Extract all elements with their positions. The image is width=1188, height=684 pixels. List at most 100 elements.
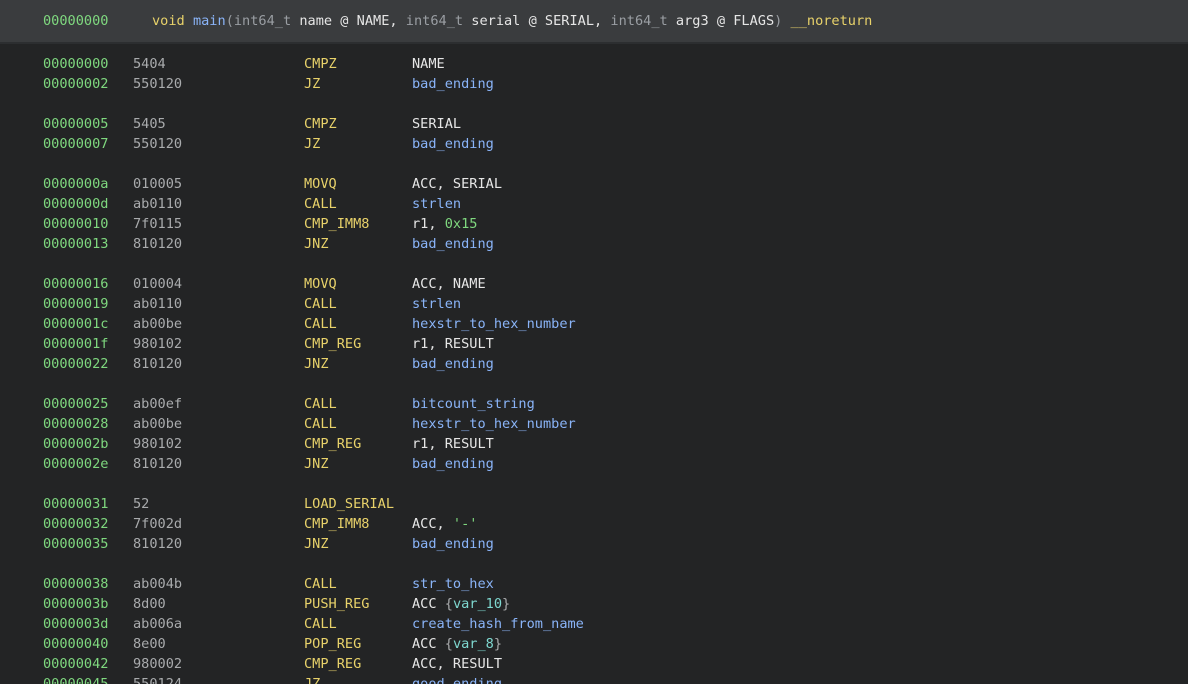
instruction-address[interactable]: 00000032: [43, 514, 108, 534]
instruction-address[interactable]: 00000025: [43, 394, 108, 414]
instruction-address[interactable]: 00000040: [43, 634, 108, 654]
instruction-row[interactable]: 0000002e 810120 JNZ bad_ending: [0, 454, 1188, 474]
instruction-row[interactable]: 00000022 810120 JNZ bad_ending: [0, 354, 1188, 374]
instruction-address[interactable]: 00000045: [43, 674, 108, 684]
instruction-address[interactable]: 0000001f: [43, 334, 108, 354]
instruction-address[interactable]: 00000028: [43, 414, 108, 434]
instruction-mnemonic[interactable]: CMPZ: [304, 114, 337, 134]
instruction-mnemonic[interactable]: JNZ: [304, 534, 329, 554]
instruction-address[interactable]: 00000000: [43, 54, 108, 74]
instruction-mnemonic[interactable]: MOVQ: [304, 174, 337, 194]
instruction-address[interactable]: 0000003d: [43, 614, 108, 634]
function-header[interactable]: 00000000 void main(int64_t name @ NAME, …: [0, 0, 1188, 44]
instruction-address[interactable]: 0000000a: [43, 174, 108, 194]
symbol-reference[interactable]: bad_ending: [412, 456, 494, 472]
instruction-address[interactable]: 00000038: [43, 574, 108, 594]
instruction-row[interactable]: 00000032 7f002d CMP_IMM8 ACC, '-': [0, 514, 1188, 534]
instruction-address[interactable]: 00000005: [43, 114, 108, 134]
instruction-mnemonic[interactable]: LOAD_SERIAL: [304, 494, 394, 514]
symbol-reference[interactable]: bad_ending: [412, 236, 494, 252]
symbol-reference[interactable]: str_to_hex: [412, 576, 494, 592]
instruction-row[interactable]: 0000000a 010005 MOVQ ACC, SERIAL: [0, 174, 1188, 194]
symbol-reference[interactable]: hexstr_to_hex_number: [412, 416, 576, 432]
instruction-mnemonic[interactable]: CMP_REG: [304, 334, 361, 354]
instruction-mnemonic[interactable]: CMP_IMM8: [304, 214, 369, 234]
instruction-mnemonic[interactable]: JNZ: [304, 454, 329, 474]
instruction-row[interactable]: 00000042 980002 CMP_REG ACC, RESULT: [0, 654, 1188, 674]
instruction-address[interactable]: 00000002: [43, 74, 108, 94]
instruction-address[interactable]: 0000000d: [43, 194, 108, 214]
instruction-row[interactable]: 00000013 810120 JNZ bad_ending: [0, 234, 1188, 254]
symbol-reference[interactable]: create_hash_from_name: [412, 616, 584, 632]
instruction-row[interactable]: 00000010 7f0115 CMP_IMM8 r1, 0x15: [0, 214, 1188, 234]
instruction-address[interactable]: 00000035: [43, 534, 108, 554]
symbol-reference[interactable]: bitcount_string: [412, 396, 535, 412]
function-signature[interactable]: void main(int64_t name @ NAME, int64_t s…: [152, 13, 872, 29]
instruction-address[interactable]: 0000001c: [43, 314, 108, 334]
instruction-mnemonic[interactable]: CMP_IMM8: [304, 514, 369, 534]
instruction-row[interactable]: 00000007 550120 JZ bad_ending: [0, 134, 1188, 154]
instruction-address[interactable]: 00000013: [43, 234, 108, 254]
instruction-address[interactable]: 00000022: [43, 354, 108, 374]
instruction-mnemonic[interactable]: JZ: [304, 674, 320, 684]
instruction-mnemonic[interactable]: CALL: [304, 414, 337, 434]
instruction-mnemonic[interactable]: POP_REG: [304, 634, 361, 654]
symbol-reference[interactable]: bad_ending: [412, 76, 494, 92]
param-name[interactable]: serial: [471, 13, 520, 29]
instruction-address[interactable]: 00000019: [43, 294, 108, 314]
instruction-row[interactable]: 00000025 ab00ef CALL bitcount_string: [0, 394, 1188, 414]
stack-variable[interactable]: var_10: [453, 596, 502, 612]
instruction-mnemonic[interactable]: JZ: [304, 74, 320, 94]
instruction-mnemonic[interactable]: CALL: [304, 194, 337, 214]
instruction-row[interactable]: 00000035 810120 JNZ bad_ending: [0, 534, 1188, 554]
instruction-row[interactable]: 00000016 010004 MOVQ ACC, NAME: [0, 274, 1188, 294]
instruction-address[interactable]: 00000042: [43, 654, 108, 674]
instruction-row[interactable]: 00000019 ab0110 CALL strlen: [0, 294, 1188, 314]
symbol-reference[interactable]: strlen: [412, 296, 461, 312]
instruction-row[interactable]: 0000002b 980102 CMP_REG r1, RESULT: [0, 434, 1188, 454]
instruction-mnemonic[interactable]: CMP_REG: [304, 434, 361, 454]
instruction-row[interactable]: 00000045 550124 JZ good_ending: [0, 674, 1188, 684]
instruction-row[interactable]: 00000040 8e00 POP_REG ACC {var_8}: [0, 634, 1188, 654]
instruction-row[interactable]: 00000028 ab00be CALL hexstr_to_hex_number: [0, 414, 1188, 434]
instruction-mnemonic[interactable]: JZ: [304, 134, 320, 154]
param-name[interactable]: name: [299, 13, 332, 29]
symbol-reference[interactable]: strlen: [412, 196, 461, 212]
instruction-address[interactable]: 00000016: [43, 274, 108, 294]
instruction-mnemonic[interactable]: JNZ: [304, 354, 329, 374]
symbol-reference[interactable]: good_ending: [412, 676, 502, 684]
param-name[interactable]: arg3: [676, 13, 709, 29]
function-name[interactable]: main: [193, 13, 226, 29]
instruction-address[interactable]: 0000002e: [43, 454, 108, 474]
instruction-row[interactable]: 0000001c ab00be CALL hexstr_to_hex_number: [0, 314, 1188, 334]
symbol-reference[interactable]: hexstr_to_hex_number: [412, 316, 576, 332]
instruction-row[interactable]: 0000003d ab006a CALL create_hash_from_name: [0, 614, 1188, 634]
instruction-row[interactable]: 0000003b 8d00 PUSH_REG ACC {var_10}: [0, 594, 1188, 614]
instruction-mnemonic[interactable]: MOVQ: [304, 274, 337, 294]
function-address[interactable]: 00000000: [43, 13, 108, 29]
instruction-mnemonic[interactable]: CALL: [304, 294, 337, 314]
instruction-address[interactable]: 00000031: [43, 494, 108, 514]
symbol-reference[interactable]: bad_ending: [412, 136, 494, 152]
instruction-mnemonic[interactable]: PUSH_REG: [304, 594, 369, 614]
instruction-row[interactable]: 00000005 5405 CMPZ SERIAL: [0, 114, 1188, 134]
instruction-address[interactable]: 0000002b: [43, 434, 108, 454]
instruction-row[interactable]: 00000000 5404 CMPZ NAME: [0, 54, 1188, 74]
stack-variable[interactable]: var_8: [453, 636, 494, 652]
instruction-mnemonic[interactable]: CMPZ: [304, 54, 337, 74]
instruction-mnemonic[interactable]: CALL: [304, 574, 337, 594]
instruction-row[interactable]: 00000038 ab004b CALL str_to_hex: [0, 574, 1188, 594]
instruction-mnemonic[interactable]: CALL: [304, 614, 337, 634]
instruction-row[interactable]: 00000002 550120 JZ bad_ending: [0, 74, 1188, 94]
instruction-address[interactable]: 00000010: [43, 214, 108, 234]
instruction-row[interactable]: 0000001f 980102 CMP_REG r1, RESULT: [0, 334, 1188, 354]
instruction-mnemonic[interactable]: CMP_REG: [304, 654, 361, 674]
instruction-address[interactable]: 0000003b: [43, 594, 108, 614]
symbol-reference[interactable]: bad_ending: [412, 356, 494, 372]
symbol-reference[interactable]: bad_ending: [412, 536, 494, 552]
instruction-mnemonic[interactable]: JNZ: [304, 234, 329, 254]
instruction-row[interactable]: 00000031 52 LOAD_SERIAL: [0, 494, 1188, 514]
instruction-mnemonic[interactable]: CALL: [304, 314, 337, 334]
instruction-row[interactable]: 0000000d ab0110 CALL strlen: [0, 194, 1188, 214]
instruction-address[interactable]: 00000007: [43, 134, 108, 154]
